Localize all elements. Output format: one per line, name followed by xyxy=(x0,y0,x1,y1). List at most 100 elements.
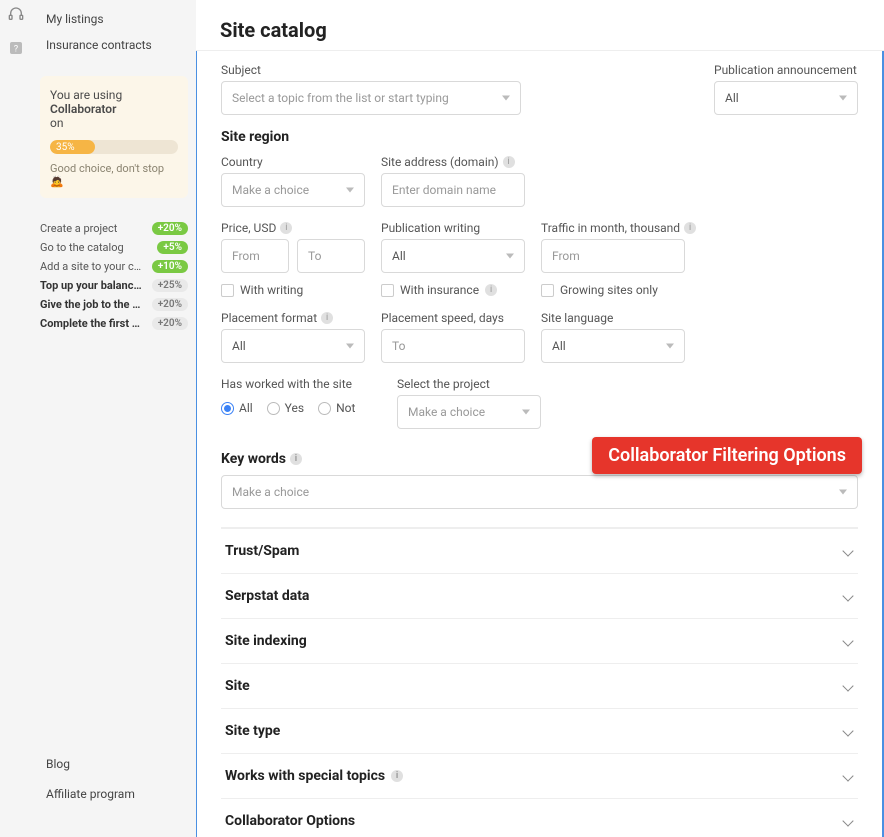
progress-bar: 35% xyxy=(50,140,178,154)
subject-placeholder: Select a topic from the list or start ty… xyxy=(232,91,449,105)
accordion-item[interactable]: Serpstat data xyxy=(221,574,858,619)
radio-label: Not xyxy=(336,401,355,415)
task-row[interactable]: Add a site to your cart +10% xyxy=(40,260,188,273)
accordion-title: Trust/Spam xyxy=(225,543,299,559)
page-header: Site catalog xyxy=(196,0,884,51)
info-icon[interactable]: i xyxy=(290,453,302,465)
placement-format-label: Placement formati xyxy=(221,311,365,325)
info-icon[interactable]: i xyxy=(485,284,497,296)
info-icon[interactable]: i xyxy=(321,312,333,324)
accordion-title: Site indexing xyxy=(225,633,307,649)
price-to-input[interactable]: To xyxy=(297,239,365,273)
progress-label: 35% xyxy=(56,142,75,153)
keywords-select[interactable]: Make a choice xyxy=(221,475,858,509)
nav-insurance-contracts[interactable]: Insurance contracts xyxy=(32,32,196,58)
price-from-input[interactable]: From xyxy=(221,239,289,273)
accordion-title: Collaborator Options xyxy=(225,813,355,829)
task-row[interactable]: Go to the catalog+5% xyxy=(40,241,188,254)
task-badge: +25% xyxy=(152,279,188,292)
with-insurance-checkbox[interactable]: With insurance i xyxy=(381,283,525,297)
task-badge: +20% xyxy=(152,222,188,235)
pub-ann-select[interactable]: All xyxy=(714,81,858,115)
task-badge: +10% xyxy=(152,260,188,273)
worked-with-label: Has worked with the site xyxy=(221,377,381,391)
chevron-down-icon xyxy=(842,545,854,557)
accordion-title: Site type xyxy=(225,723,280,739)
accordion: Trust/Spam Serpstat data Site indexing Site… xyxy=(221,528,858,837)
select-project-select[interactable]: Make a choice xyxy=(397,395,541,429)
radio-icon xyxy=(221,402,234,415)
pub-writing-label: Publication writing xyxy=(381,221,525,235)
promo-line2: on xyxy=(50,116,178,130)
traffic-input[interactable]: From xyxy=(541,239,685,273)
accordion-item[interactable]: Collaborator Options xyxy=(221,799,858,837)
svg-text:?: ? xyxy=(14,43,19,54)
info-icon[interactable]: i xyxy=(503,156,515,168)
page-title: Site catalog xyxy=(220,18,860,42)
with-writing-checkbox[interactable]: With writing xyxy=(221,283,365,297)
pub-writing-select[interactable]: All xyxy=(381,239,525,273)
pub-ann-value: All xyxy=(725,91,739,105)
blog-link[interactable]: Blog xyxy=(46,749,182,779)
sidebar-footer: Blog Affiliate program xyxy=(32,749,196,823)
placement-speed-label: Placement speed, days xyxy=(381,311,525,325)
country-label: Country xyxy=(221,155,365,169)
accordion-item[interactable]: Works with special topicsi xyxy=(221,754,858,799)
chevron-down-icon xyxy=(842,725,854,737)
domain-placeholder: Enter domain name xyxy=(392,183,496,197)
site-lang-select[interactable]: All xyxy=(541,329,685,363)
domain-input[interactable]: Enter domain name xyxy=(381,173,525,207)
help-icon[interactable]: ? xyxy=(8,40,24,56)
task-row[interactable]: Top up your balance in ... +25% xyxy=(40,279,188,292)
info-icon[interactable]: i xyxy=(391,770,403,782)
chevron-down-icon xyxy=(842,635,854,647)
checkbox-icon xyxy=(221,284,234,297)
main: Site catalog Subject Select a topic from… xyxy=(196,0,884,837)
promo-card: You are using Collaborator on 35% Good c… xyxy=(40,76,188,198)
accordion-item[interactable]: Site xyxy=(221,664,858,709)
content-scroll[interactable]: Subject Select a topic from the list or … xyxy=(196,51,884,837)
accordion-item[interactable]: Trust/Spam xyxy=(221,529,858,574)
radio-option[interactable]: Not xyxy=(318,401,355,415)
info-icon[interactable]: i xyxy=(280,222,292,234)
promo-subtext: Good choice, don't stop 🙇 xyxy=(50,162,178,188)
task-label: Top up your balance in ... xyxy=(40,279,146,292)
info-icon[interactable]: i xyxy=(684,222,696,234)
radio-label: Yes xyxy=(285,401,304,415)
task-row[interactable]: Create a project+20% xyxy=(40,222,188,235)
site-lang-label: Site language xyxy=(541,311,685,325)
subject-select[interactable]: Select a topic from the list or start ty… xyxy=(221,81,521,115)
growing-only-checkbox[interactable]: Growing sites only xyxy=(541,283,696,297)
placement-format-select[interactable]: All xyxy=(221,329,365,363)
country-select[interactable]: Make a choice xyxy=(221,173,365,207)
checkbox-icon xyxy=(381,284,394,297)
promo-prefix: You are using xyxy=(50,88,122,102)
promo-brand: Collaborator xyxy=(50,102,116,116)
domain-label: Site address (domain)i xyxy=(381,155,525,169)
task-label: Add a site to your cart xyxy=(40,260,146,273)
nav-my-listings[interactable]: My listings xyxy=(32,6,196,32)
subject-label: Subject xyxy=(221,63,698,77)
sidebar: My listings Insurance contracts You are … xyxy=(32,0,196,837)
affiliate-link[interactable]: Affiliate program xyxy=(46,779,182,809)
headset-icon[interactable] xyxy=(8,6,24,22)
country-placeholder: Make a choice xyxy=(232,183,309,197)
accordion-title: Works with special topicsi xyxy=(225,768,403,784)
callout-label: Collaborator Filtering Options xyxy=(592,437,862,474)
task-row[interactable]: Complete the first deal+20% xyxy=(40,317,188,330)
pub-ann-label: Publication announcement xyxy=(714,63,858,77)
traffic-label: Traffic in month, thousandi xyxy=(541,221,696,235)
accordion-item[interactable]: Site type xyxy=(221,709,858,754)
icon-rail: ? xyxy=(0,0,32,837)
task-row[interactable]: Give the job to the site+20% xyxy=(40,298,188,311)
radio-label: All xyxy=(239,401,253,415)
radio-option[interactable]: All xyxy=(221,401,253,415)
placement-speed-input[interactable]: To xyxy=(381,329,525,363)
task-list: Create a project+20% Go to the catalog+5%… xyxy=(32,222,196,330)
task-badge: +5% xyxy=(157,241,188,254)
chevron-down-icon xyxy=(842,770,854,782)
select-project-label: Select the project xyxy=(397,377,541,391)
price-label: Price, USDi xyxy=(221,221,365,235)
radio-option[interactable]: Yes xyxy=(267,401,304,415)
accordion-item[interactable]: Site indexing xyxy=(221,619,858,664)
